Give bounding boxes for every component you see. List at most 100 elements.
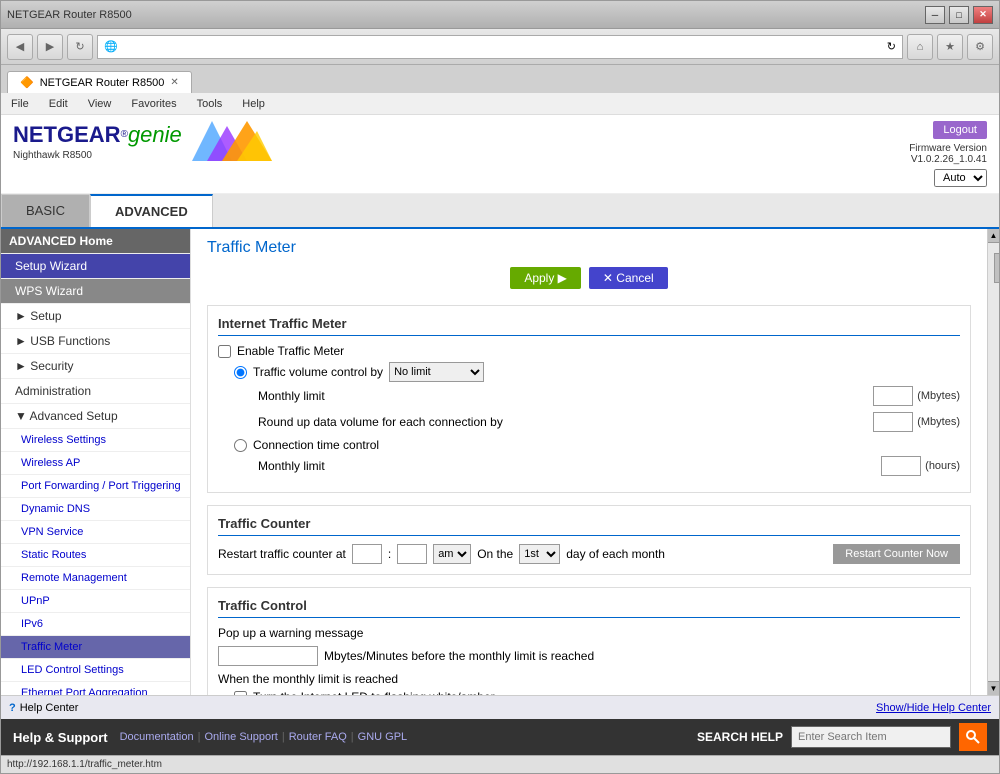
home-button[interactable]: ⌂ [907,34,933,60]
led-checkbox[interactable] [234,691,247,696]
monthly-limit2-input[interactable]: 0 [881,456,921,476]
logo-graphic [192,121,272,161]
help-icon: ? [9,702,16,714]
footer-right: SEARCH HELP [697,723,987,751]
sidebar-item-usb-functions[interactable]: ► USB Functions [1,329,190,354]
popup-row: Pop up a warning message [218,626,960,640]
sidebar-sub-eth-aggregation[interactable]: Ethernet Port Aggregation [1,682,190,695]
round-up-field: 0 (Mbytes) [873,412,960,432]
sidebar-item-advanced-setup[interactable]: ▼ Advanced Setup [1,404,190,429]
cancel-button[interactable]: ✕ Cancel [589,267,668,289]
sidebar-sub-vpn-service[interactable]: VPN Service [1,521,190,544]
menu-edit[interactable]: Edit [45,96,72,112]
url-input[interactable]: http://192.168.1.1/start.h [122,41,883,53]
day-select[interactable]: 1st 2nd3rd4th [519,544,560,564]
sidebar-item-wps-wizard[interactable]: WPS Wizard [1,279,190,304]
active-tab[interactable]: 🔶 NETGEAR Router R8500 ✕ [7,71,192,93]
monthly-limit-row: Monthly limit 0 (Mbytes) [218,386,960,406]
footer-link-docs[interactable]: Documentation [120,731,194,743]
connection-time-label: Connection time control [253,438,379,452]
sidebar-sub-wireless-settings[interactable]: Wireless Settings [1,429,190,452]
page-title: Traffic Meter [207,239,971,257]
section-title-control: Traffic Control [218,598,960,618]
volume-control-radio[interactable] [234,366,247,379]
tab-basic[interactable]: BASIC [1,194,90,227]
connection-time-radio[interactable] [234,439,247,452]
router-header: NETGEAR®genie Nighthawk R8500 Logout Fir… [1,115,999,194]
menu-file[interactable]: File [7,96,33,112]
monthly-limit-label: Monthly limit [258,389,325,403]
favorites-button[interactable]: ★ [937,34,963,60]
time-hour-input[interactable]: 00 [352,544,382,564]
volume-control-select[interactable]: No limit Download only Upload only Both [389,362,484,382]
menu-view[interactable]: View [84,96,116,112]
sidebar-sub-port-forwarding[interactable]: Port Forwarding / Port Triggering [1,475,190,498]
auto-select[interactable]: Auto [934,169,987,187]
enable-traffic-meter-label: Enable Traffic Meter [237,344,344,358]
sidebar-sub-led-control[interactable]: LED Control Settings [1,659,190,682]
scroll-thumb[interactable] [994,253,1000,283]
sidebar-sub-static-routes[interactable]: Static Routes [1,544,190,567]
refresh-icon[interactable]: ↻ [887,40,896,53]
monthly-limit-input[interactable]: 0 [873,386,913,406]
status-bar: http://192.168.1.1/traffic_meter.htm [1,755,999,773]
show-hide-help-link[interactable]: Show/Hide Help Center [876,702,991,714]
footer-link-gpl[interactable]: GNU GPL [358,731,408,743]
refresh-button[interactable]: ↻ [67,34,93,60]
search-label: SEARCH HELP [697,730,783,744]
footer-link-support[interactable]: Online Support [204,731,277,743]
menu-tools[interactable]: Tools [193,96,227,112]
sidebar-item-administration[interactable]: Administration [1,379,190,404]
nav-bar: ◀ ▶ ↻ 🌐 http://192.168.1.1/start.h ↻ ⌂ ★… [1,29,999,65]
firmware-version: V1.0.2.26_1.0.41 [911,154,987,165]
search-button[interactable] [959,723,987,751]
sidebar-item-advanced-home[interactable]: ADVANCED Home [1,229,190,254]
search-input[interactable] [791,726,951,748]
sidebar-item-setup-wizard[interactable]: Setup Wizard [1,254,190,279]
traffic-control-section: Traffic Control Pop up a warning message… [207,587,971,695]
footer-title: Help & Support [13,730,108,745]
section-title-counter: Traffic Counter [218,516,960,536]
sidebar-sub-traffic-meter[interactable]: Traffic Meter [1,636,190,659]
menu-favorites[interactable]: Favorites [127,96,180,112]
content-inner: Traffic Meter Apply ▶ ✕ Cancel Internet … [191,229,987,695]
sidebar-sub-upnp[interactable]: UPnP [1,590,190,613]
back-button[interactable]: ◀ [7,34,33,60]
round-up-unit: (Mbytes) [917,416,960,428]
scroll-down-button[interactable]: ▼ [988,681,1000,695]
logout-button[interactable]: Logout [933,121,987,139]
monthly-limit2-label: Monthly limit [258,459,325,473]
menu-help[interactable]: Help [238,96,269,112]
close-button[interactable]: ✕ [973,6,993,24]
security-icon: 🌐 [104,40,118,53]
sidebar-sub-wireless-ap[interactable]: Wireless AP [1,452,190,475]
popup-value-input[interactable]: 0 [218,646,318,666]
sidebar-sub-remote-management[interactable]: Remote Management [1,567,190,590]
tab-close-button[interactable]: ✕ [170,77,178,88]
internet-traffic-meter-section: Internet Traffic Meter Enable Traffic Me… [207,305,971,493]
forward-button[interactable]: ▶ [37,34,63,60]
traffic-counter-section: Traffic Counter Restart traffic counter … [207,505,971,575]
restore-button[interactable]: □ [949,6,969,24]
time-minute-input[interactable]: 00 [397,544,427,564]
minimize-button[interactable]: ─ [925,6,945,24]
restart-counter-row: Restart traffic counter at 00 : 00 am pm… [218,544,960,564]
settings-button[interactable]: ⚙ [967,34,993,60]
ampm-select[interactable]: am pm [433,544,471,564]
led-label: Turn the Internet LED to flashing white/… [253,690,495,695]
tab-advanced[interactable]: ADVANCED [90,194,213,227]
sidebar-sub-ipv6[interactable]: IPv6 [1,613,190,636]
round-up-input[interactable]: 0 [873,412,913,432]
sidebar-item-security[interactable]: ► Security [1,354,190,379]
netgear-logo: NETGEAR®genie Nighthawk R8500 [13,122,182,161]
sidebar-sub-dynamic-dns[interactable]: Dynamic DNS [1,498,190,521]
sidebar-item-setup[interactable]: ► Setup [1,304,190,329]
footer-link-faq[interactable]: Router FAQ [289,731,347,743]
enable-traffic-meter-checkbox[interactable] [218,345,231,358]
round-up-label: Round up data volume for each connection… [258,415,503,429]
restart-counter-button[interactable]: Restart Counter Now [833,544,960,564]
address-bar: 🌐 http://192.168.1.1/start.h ↻ [97,35,903,59]
apply-button[interactable]: Apply ▶ [510,267,581,289]
scroll-up-button[interactable]: ▲ [988,229,1000,243]
time-separator: : [388,547,391,561]
